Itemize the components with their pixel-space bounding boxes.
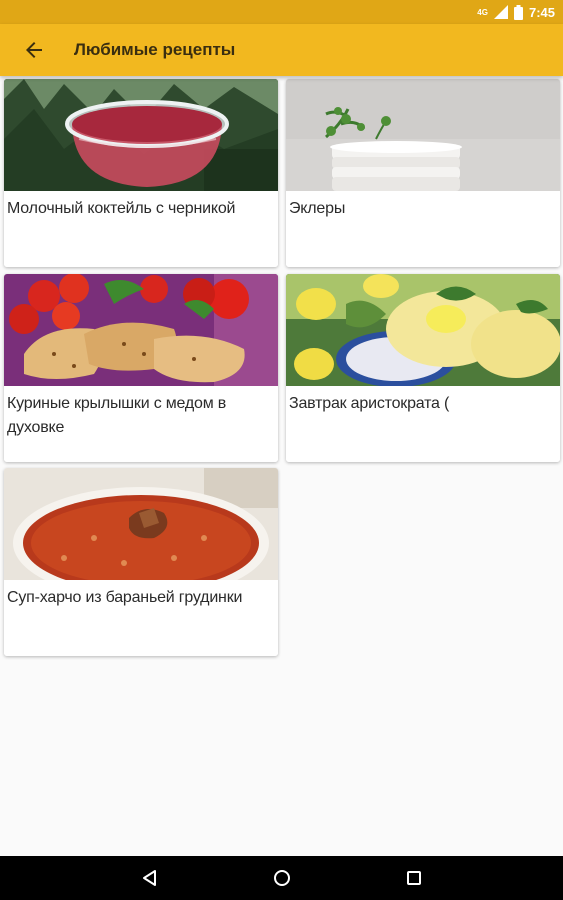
page-title: Любимые рецепты [74, 40, 236, 59]
recipe-title: Суп-харчо из бараньей грудинки [7, 589, 243, 606]
kharcho-soup-photo [4, 468, 278, 580]
recipe-card[interactable]: Завтрак аристократа ( [286, 274, 560, 462]
recipe-card[interactable]: Куриные крылышки с медом в духовке [4, 274, 278, 462]
recipe-card[interactable]: Суп-харчо из бараньей грудинки [4, 468, 278, 656]
eclairs-plates-photo [286, 79, 560, 191]
back-button[interactable] [6, 24, 62, 76]
nav-home-button[interactable] [262, 858, 302, 898]
berry-milkshake-photo [4, 79, 278, 191]
battery-icon [513, 4, 523, 20]
app-bar: Любимые рецепты [0, 24, 563, 76]
recipe-title: Куриные крылышки с медом в духовке [7, 395, 227, 436]
recipe-title: Эклеры [289, 200, 346, 217]
navigation-bar [0, 856, 563, 900]
nav-recents-button[interactable] [394, 858, 434, 898]
signal-icon [493, 5, 508, 19]
clock: 7:45 [528, 4, 555, 20]
circle-home-icon [273, 870, 290, 886]
recipe-grid: Молочный коктейль с черникой Эклеры Кури… [0, 76, 563, 856]
network-label: 4G [477, 7, 488, 17]
egg-breakfast-photo [286, 274, 560, 386]
status-bar: 4G 7:45 [0, 0, 563, 24]
recipe-card[interactable]: Эклеры [286, 79, 560, 267]
triangle-back-icon [142, 870, 156, 886]
recipe-title: Завтрак аристократа ( [289, 395, 450, 412]
recipe-card[interactable]: Молочный коктейль с черникой [4, 79, 278, 267]
chicken-wings-photo [4, 274, 278, 386]
recipe-title: Молочный коктейль с черникой [7, 200, 236, 217]
arrow-back-icon [26, 42, 42, 58]
nav-back-button[interactable] [130, 858, 170, 898]
square-recents-icon [406, 871, 421, 885]
